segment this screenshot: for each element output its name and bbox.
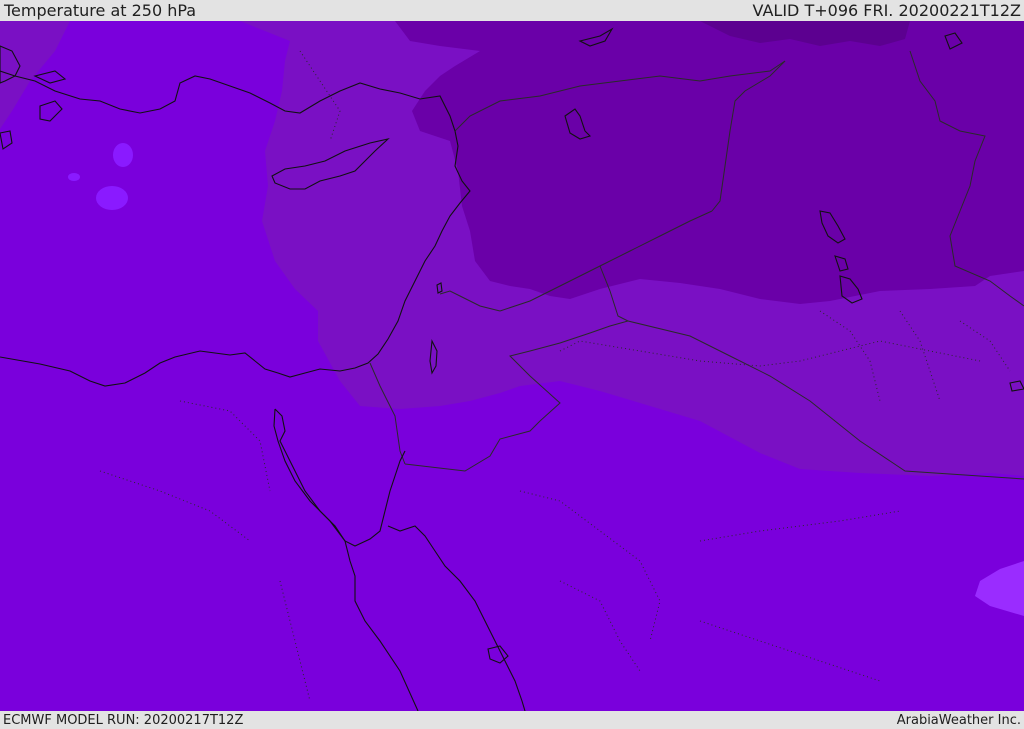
credit-label: ArabiaWeather Inc. — [896, 712, 1021, 728]
warm-spot — [68, 173, 80, 181]
temperature-band-cold — [395, 21, 1024, 304]
warm-spot — [96, 186, 128, 210]
temperature-map — [0, 21, 1024, 711]
valid-time-label: VALID T+096 FRI. 20200221T12Z — [752, 0, 1021, 20]
weather-map-page: Temperature at 250 hPa VALID T+096 FRI. … — [0, 0, 1024, 729]
map-footer: ECMWF MODEL RUN: 20200217T12Z ArabiaWeat… — [0, 711, 1024, 729]
map-canvas — [0, 21, 1024, 711]
model-run-label: ECMWF MODEL RUN: 20200217T12Z — [3, 712, 244, 728]
map-header: Temperature at 250 hPa VALID T+096 FRI. … — [0, 0, 1024, 21]
map-title: Temperature at 250 hPa — [4, 0, 197, 20]
warm-spot — [113, 143, 133, 167]
